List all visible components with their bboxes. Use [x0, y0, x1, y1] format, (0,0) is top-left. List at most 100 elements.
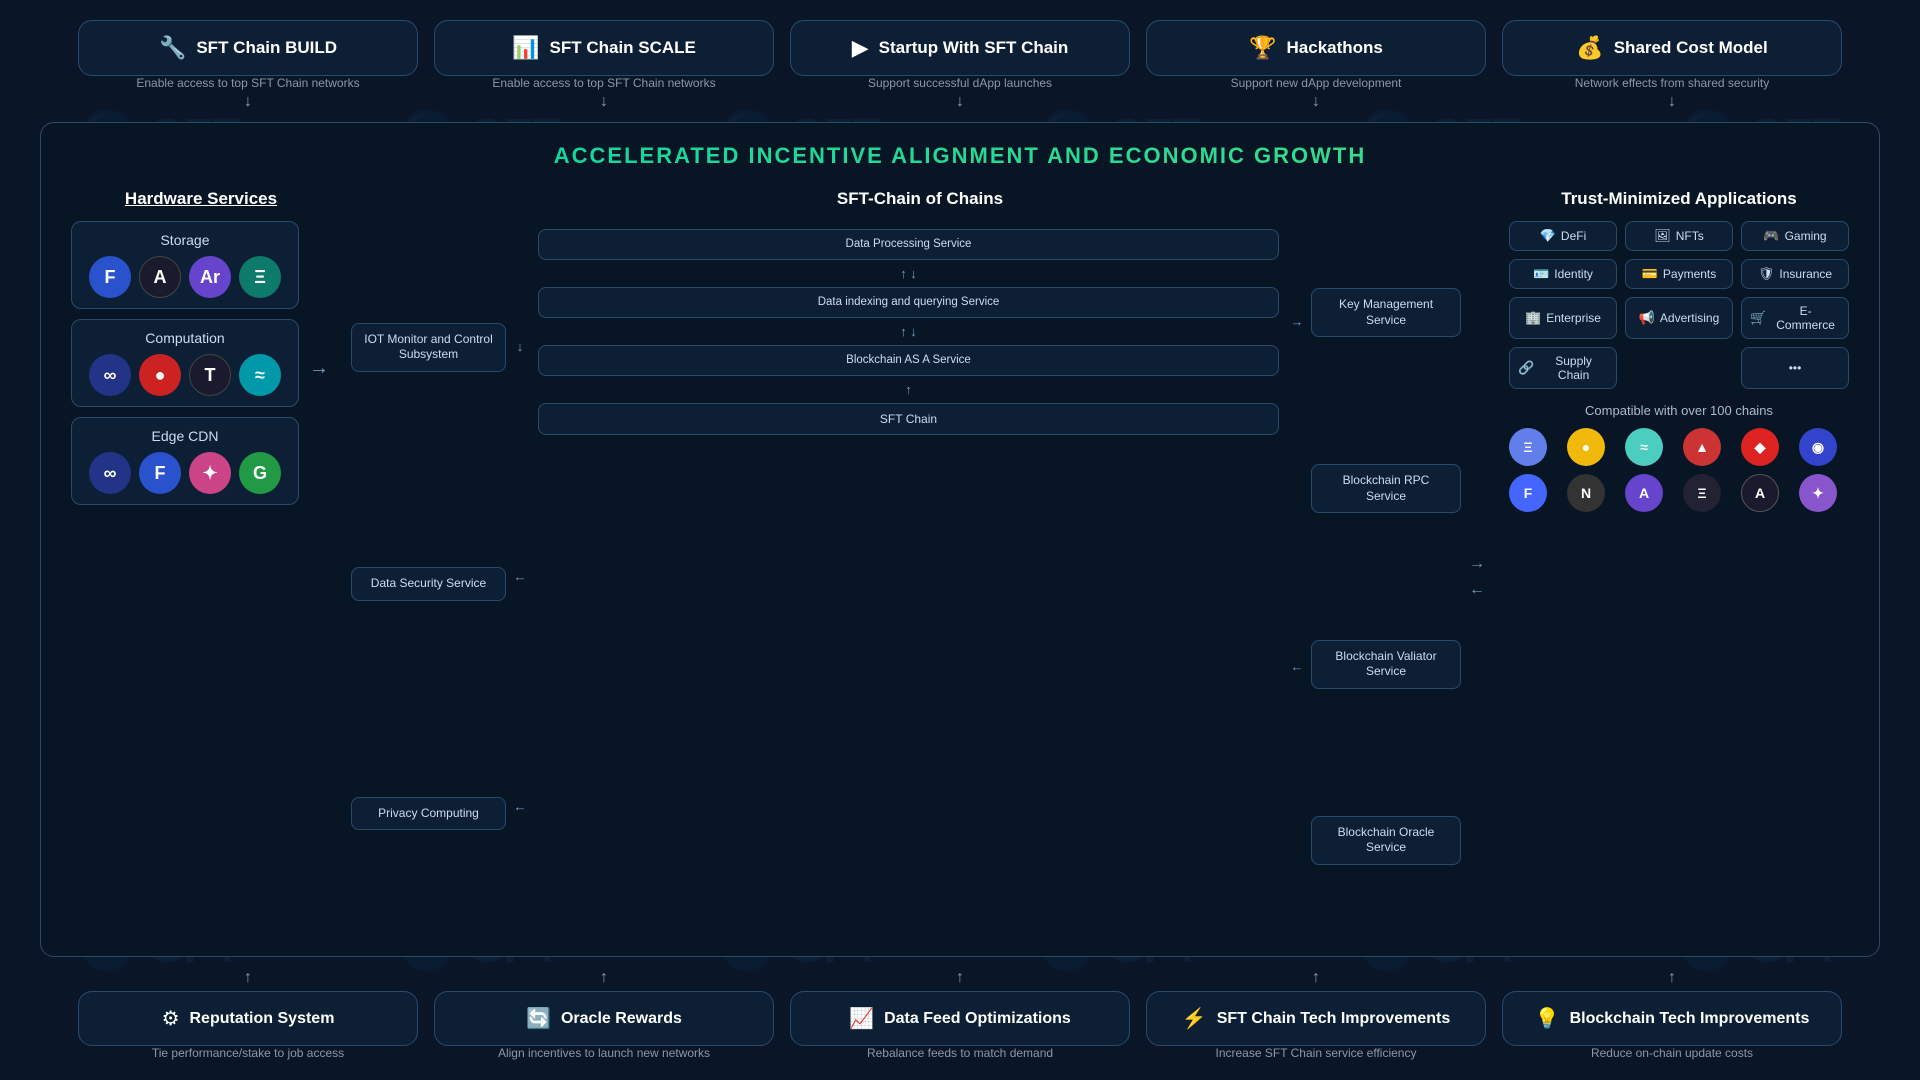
startup-title: Startup With SFT Chain: [879, 38, 1069, 58]
enterprise-label: Enterprise: [1546, 311, 1601, 325]
trust-advertising[interactable]: 📢 Advertising: [1625, 297, 1733, 339]
blockchain-tech-icon: 💡: [1535, 1006, 1560, 1031]
key-mgmt-box: Key Management Service: [1311, 288, 1461, 337]
arrow-down-startup: ↓: [956, 94, 964, 110]
trust-items-grid: 💎 DeFi 🖼 NFTs 🎮 Gaming 🪪 Identity: [1509, 221, 1849, 389]
advertising-label: Advertising: [1660, 311, 1719, 325]
right-arrow-3: ←: [1291, 659, 1304, 674]
storage-icon-3: Ξ: [239, 256, 281, 298]
amz-icon: A: [1741, 474, 1779, 512]
arrow-down-hack: ↓: [1312, 94, 1320, 110]
arrow-down-cost: ↓: [1668, 94, 1676, 110]
privacy-arrow: ←: [514, 799, 527, 814]
storage-icon-0: F: [89, 256, 131, 298]
near-icon: N: [1567, 474, 1605, 512]
fil-icon: F: [1509, 474, 1547, 512]
hardware-services-col: Hardware Services Storage F A Ar Ξ: [71, 189, 331, 936]
top-row: 🔧 SFT Chain BUILD Enable access to top S…: [40, 20, 1880, 114]
compat-title: Compatible with over 100 chains: [1509, 403, 1849, 418]
rpc-box: Blockchain RPC Service: [1311, 464, 1461, 513]
chain-icons-row1: Ξ ● ≈ ▲ ◆ ◉ F N A Ξ A ✦: [1509, 428, 1849, 512]
supply-chain-icon: 🔗: [1518, 360, 1534, 376]
chain-left-services: IOT Monitor and Control Subsystem Data S…: [351, 221, 506, 932]
sft-tech-title: SFT Chain Tech Improvements: [1217, 1010, 1451, 1028]
bottom-card-oracle[interactable]: 🔄 Oracle Rewards: [434, 991, 774, 1046]
startup-desc: Support successful dApp launches: [868, 76, 1052, 90]
storage-card: Storage F A Ar Ξ: [71, 221, 299, 309]
oracle-box: Blockchain Oracle Service: [1311, 816, 1461, 865]
shared-cost-icon: 💰: [1576, 35, 1603, 61]
eth-icon: Ξ: [1509, 428, 1547, 466]
chain-right-services: Key Management Service Blockchain RPC Se…: [1311, 221, 1461, 932]
enterprise-icon: 🏢: [1525, 310, 1541, 326]
dot-icon: Ξ: [1683, 474, 1721, 512]
computation-label: Computation: [86, 330, 284, 346]
build-title: SFT Chain BUILD: [196, 38, 337, 58]
top-card-startup[interactable]: ▶ Startup With SFT Chain: [790, 20, 1130, 76]
payments-icon: 💳: [1642, 266, 1658, 282]
tron-icon: ≈: [1625, 428, 1663, 466]
arrow-up-sft-tech: ↑: [1312, 969, 1320, 987]
top-card-shared-cost[interactable]: 💰 Shared Cost Model: [1502, 20, 1842, 76]
trust-payments[interactable]: 💳 Payments: [1625, 259, 1733, 289]
hackathons-title: Hackathons: [1287, 38, 1383, 58]
trust-gaming[interactable]: 🎮 Gaming: [1741, 221, 1849, 251]
sft-chain-box: SFT Chain: [538, 403, 1279, 435]
center-arrow-1: ↑ ↓: [538, 266, 1279, 281]
bottom-card-reputation[interactable]: ⚙ Reputation System: [78, 991, 418, 1046]
bottom-card-blockchain-tech[interactable]: 💡 Blockchain Tech Improvements: [1502, 991, 1842, 1046]
ar-icon: A: [1625, 474, 1663, 512]
reputation-desc: Tie performance/stake to job access: [152, 1046, 344, 1060]
blockchain-as-service-box: Blockchain AS A Service: [538, 345, 1279, 376]
data-feed-title: Data Feed Optimizations: [884, 1010, 1071, 1028]
cdn-icon-0: ∞: [89, 452, 131, 494]
arrow-down-scale: ↓: [600, 94, 608, 110]
trust-more[interactable]: •••: [1741, 347, 1849, 389]
data-proc-box: Data Processing Service: [538, 229, 1279, 260]
hardware-to-chain-arrow: →: [309, 357, 329, 380]
trust-enterprise[interactable]: 🏢 Enterprise: [1509, 297, 1617, 339]
ecommerce-icon: 🛒: [1750, 310, 1766, 326]
comp-icon-2: T: [189, 354, 231, 396]
trust-supply-chain[interactable]: 🔗 Supply Chain: [1509, 347, 1617, 389]
oracle-title: Oracle Rewards: [561, 1010, 682, 1028]
middle-section: ACCELERATED INCENTIVE ALIGNMENT AND ECON…: [40, 122, 1880, 957]
comp-icon-3: ≈: [239, 354, 281, 396]
middle-headline: ACCELERATED INCENTIVE ALIGNMENT AND ECON…: [71, 143, 1849, 169]
payments-label: Payments: [1663, 267, 1716, 281]
edge-cdn-icons: ∞ F ✦ G: [86, 452, 284, 494]
bottom-card-sft-tech[interactable]: ⚡ SFT Chain Tech Improvements: [1146, 991, 1486, 1046]
top-card-sft-build[interactable]: 🔧 SFT Chain BUILD: [78, 20, 418, 76]
center-arrow-2: ↑ ↓: [538, 324, 1279, 339]
iot-arrow: ↓: [517, 339, 524, 354]
arrow-up-feed: ↑: [956, 969, 964, 987]
sft-tech-desc: Increase SFT Chain service efficiency: [1216, 1046, 1417, 1060]
trust-nfts[interactable]: 🖼 NFTs: [1625, 221, 1733, 251]
storage-icon-2: Ar: [189, 256, 231, 298]
right-arrow-1: →: [1291, 314, 1304, 329]
trust-minimized-col: Trust-Minimized Applications 💎 DeFi 🖼 NF…: [1509, 189, 1849, 936]
trust-identity[interactable]: 🪪 Identity: [1509, 259, 1617, 289]
hbar-icon: ✦: [1799, 474, 1837, 512]
more-label: •••: [1789, 361, 1802, 375]
hackathons-desc: Support new dApp development: [1231, 76, 1402, 90]
identity-label: Identity: [1554, 267, 1593, 281]
blockchain-tech-desc: Reduce on-chain update costs: [1591, 1046, 1753, 1060]
trust-insurance[interactable]: 🛡 Insurance: [1741, 259, 1849, 289]
top-card-sft-scale[interactable]: 📊 SFT Chain SCALE: [434, 20, 774, 76]
scale-desc: Enable access to top SFT Chain networks: [492, 76, 715, 90]
top-card-hackathons[interactable]: 🏆 Hackathons: [1146, 20, 1486, 76]
link-icon: ◉: [1799, 428, 1837, 466]
edge-cdn-card: Edge CDN ∞ F ✦ G: [71, 417, 299, 505]
blockchain-tech-title: Blockchain Tech Improvements: [1570, 1010, 1810, 1028]
data-security-box: Data Security Service: [351, 567, 506, 601]
trust-defi[interactable]: 💎 DeFi: [1509, 221, 1617, 251]
bottom-card-data-feed[interactable]: 📈 Data Feed Optimizations: [790, 991, 1130, 1046]
oracle-desc: Align incentives to launch new networks: [498, 1046, 710, 1060]
storage-icon-1: A: [139, 256, 181, 298]
storage-icons: F A Ar Ξ: [86, 256, 284, 298]
edge-cdn-label: Edge CDN: [86, 428, 284, 444]
nfts-icon: 🖼: [1654, 228, 1671, 244]
trust-ecommerce[interactable]: 🛒 E-Commerce: [1741, 297, 1849, 339]
arrow-up-rep: ↑: [244, 969, 252, 987]
